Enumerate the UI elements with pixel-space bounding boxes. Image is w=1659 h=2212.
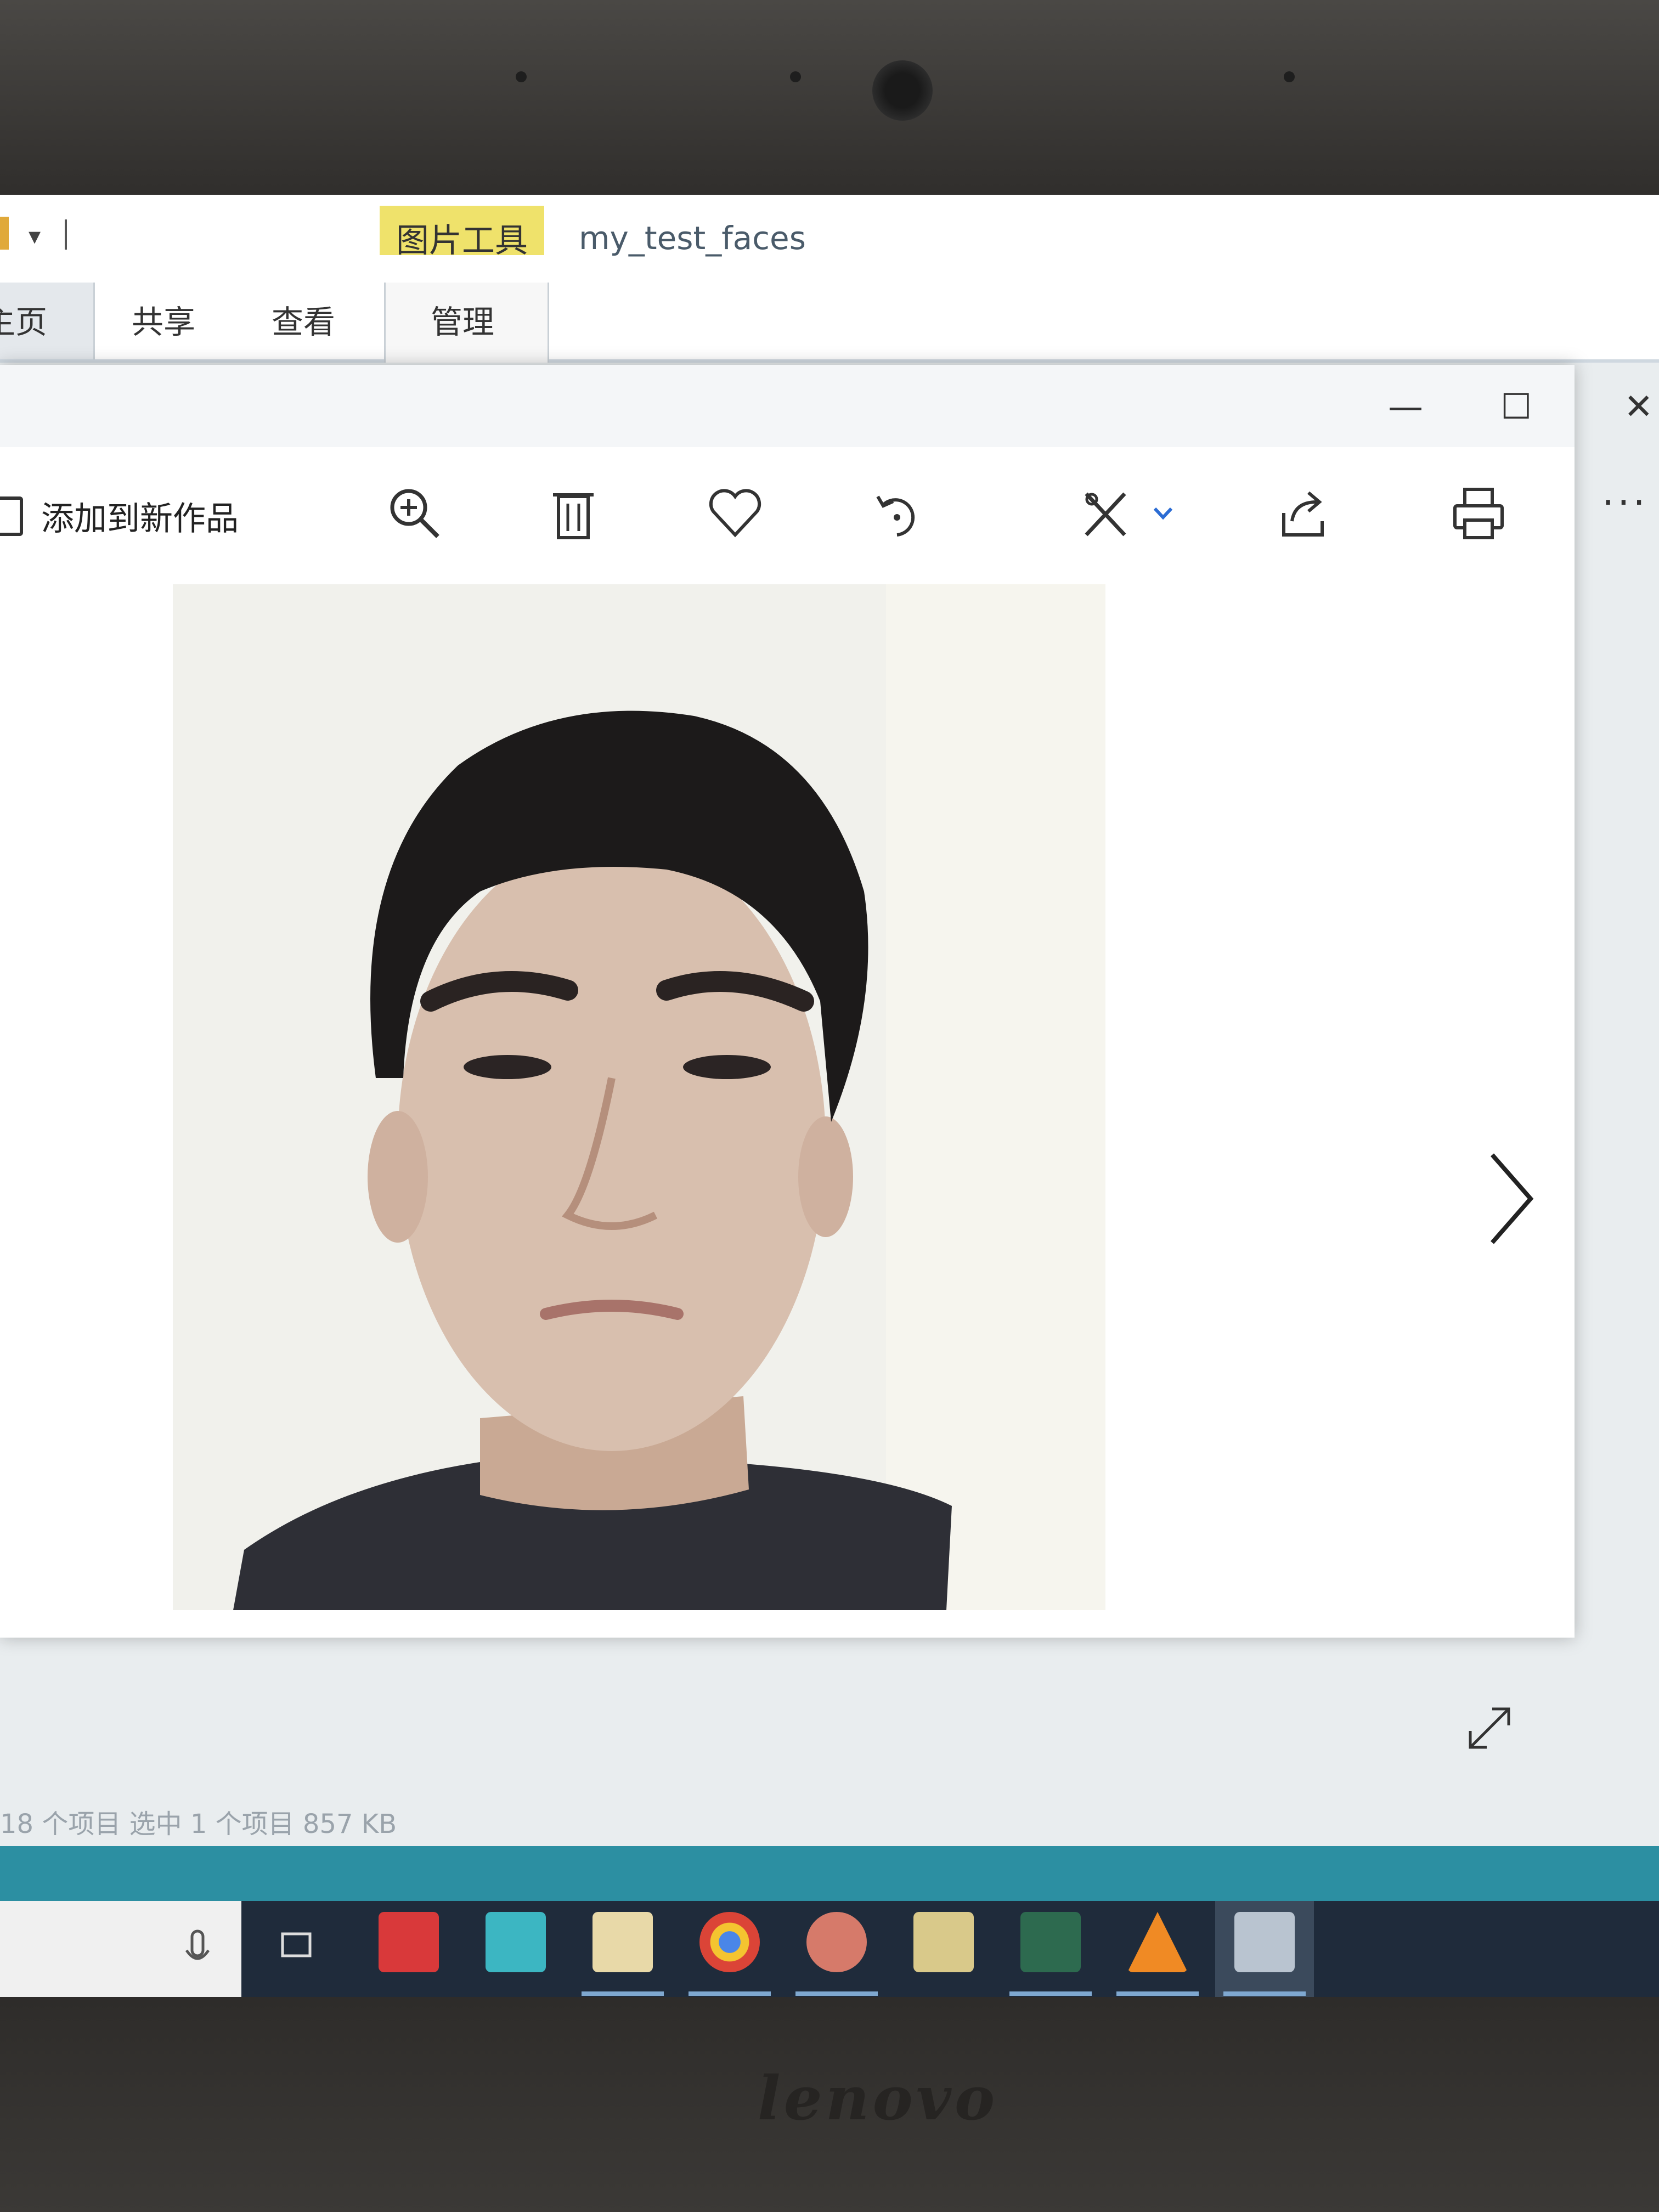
close-button[interactable]: ✕: [1624, 387, 1654, 427]
tab-home[interactable]: 主页: [0, 296, 47, 342]
webcam-icon: [872, 60, 933, 121]
add-to-creation-icon[interactable]: [0, 496, 23, 536]
chevron-down-icon[interactable]: [1152, 502, 1174, 524]
microphone-icon[interactable]: [184, 1928, 211, 1972]
task-view-icon[interactable]: [274, 1923, 318, 1967]
add-to-creation-button[interactable]: 添加到新作品: [41, 492, 239, 540]
snail-app-icon[interactable]: [806, 1912, 867, 1972]
chrome-icon[interactable]: [699, 1912, 760, 1972]
explorer-ribbon: ▾ 图片工具 my_test_faces 主页 共享 查看 管理: [0, 195, 1659, 363]
running-indicator: [582, 1991, 664, 1996]
rotate-icon[interactable]: [867, 483, 927, 543]
sensor-dot: [790, 71, 801, 82]
context-tab-picture-tools: 图片工具: [396, 222, 528, 260]
netease-music-icon[interactable]: [379, 1912, 439, 1972]
sensor-dot: [1284, 71, 1295, 82]
file-explorer-icon[interactable]: [592, 1912, 653, 1972]
delete-icon[interactable]: [543, 483, 603, 543]
tab-manage[interactable]: 管理: [431, 296, 494, 342]
separator: [65, 219, 67, 250]
laptop-brand-logo: lenovo: [757, 2063, 998, 2134]
maximize-button[interactable]: ☐: [1500, 387, 1532, 427]
running-indicator: [689, 1991, 771, 1996]
tab-view[interactable]: 查看: [272, 296, 335, 342]
tab-share[interactable]: 共享: [132, 296, 195, 342]
minimize-button[interactable]: —: [1388, 387, 1423, 427]
window-title: my_test_faces: [579, 219, 806, 257]
running-indicator: [1009, 1991, 1092, 1996]
photos-icon[interactable]: [1234, 1912, 1295, 1972]
folder-icon[interactable]: [0, 217, 9, 250]
pycharm-icon[interactable]: [1020, 1912, 1081, 1972]
next-photo-icon[interactable]: [1484, 1149, 1539, 1248]
print-icon[interactable]: [1448, 483, 1509, 543]
expand-icon[interactable]: [1465, 1703, 1514, 1753]
quick-access-dropdown-icon[interactable]: ▾: [29, 222, 41, 250]
laptop-screen: ▾ 图片工具 my_test_faces 主页 共享 查看 管理 — ☐ ✕ 添…: [0, 195, 1659, 2000]
laptop-bezel-top: [0, 0, 1659, 203]
folder-icon[interactable]: [913, 1912, 974, 1972]
running-indicator: [795, 1991, 878, 1996]
explorer-status-bar: 18 个项目 选中 1 个项目 857 KB: [0, 1809, 397, 1839]
more-options-button[interactable]: ···: [1602, 480, 1649, 525]
displayed-photo: [173, 584, 1105, 1610]
sensor-dot: [516, 71, 527, 82]
favorite-icon[interactable]: [705, 483, 765, 543]
photos-titlebar: — ☐ ✕: [0, 365, 1654, 447]
running-indicator: [1116, 1991, 1199, 1996]
browser-icon[interactable]: [486, 1912, 546, 1972]
background-band: [0, 1846, 1659, 1901]
edit-icon[interactable]: [1075, 483, 1136, 543]
share-icon[interactable]: [1273, 483, 1333, 543]
photos-app-window: — ☐ ✕ 添加到新作品 ···: [0, 365, 1654, 1749]
zoom-in-icon[interactable]: [384, 483, 444, 543]
running-indicator: [1223, 1991, 1306, 1996]
